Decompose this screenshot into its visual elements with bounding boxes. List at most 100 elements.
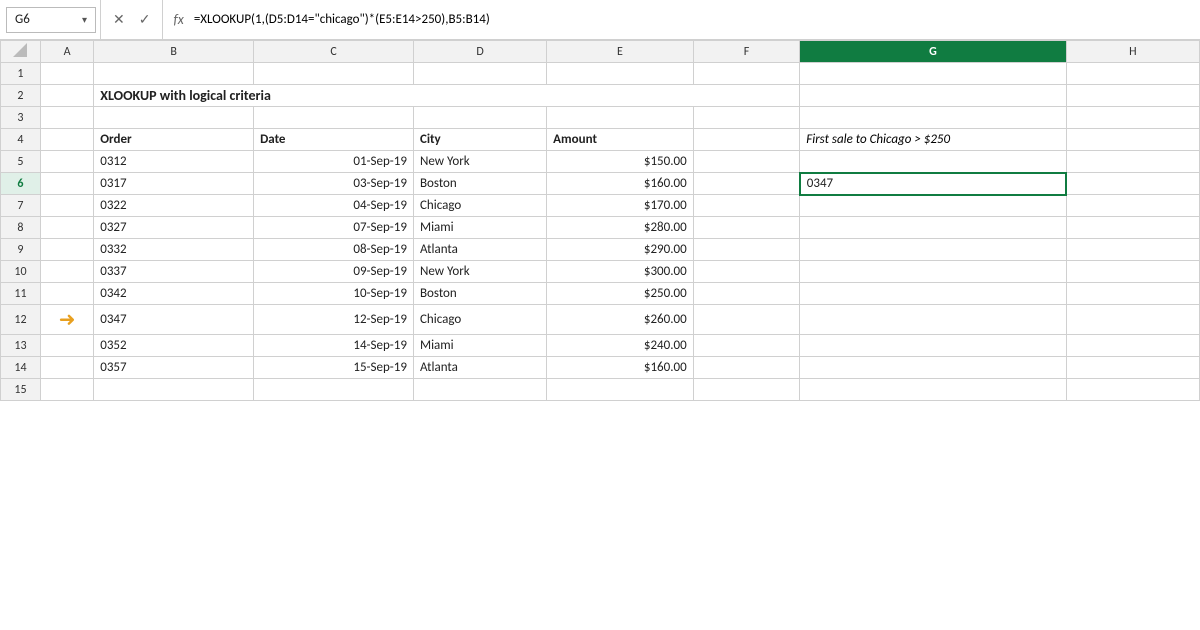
row-header-13[interactable]: 13	[1, 335, 41, 357]
cell-h7[interactable]	[1066, 195, 1199, 217]
cell-c7[interactable]: 04-Sep-19	[254, 195, 414, 217]
col-header-e[interactable]: E	[547, 41, 694, 63]
cell-b6[interactable]: 0317	[94, 173, 254, 195]
cell-e5[interactable]: $150.00	[547, 151, 694, 173]
cell-a14[interactable]	[40, 357, 93, 379]
cell-c8[interactable]: 07-Sep-19	[254, 217, 414, 239]
cell-h15[interactable]	[1066, 379, 1199, 401]
cell-e14[interactable]: $160.00	[547, 357, 694, 379]
cell-f3[interactable]	[693, 107, 800, 129]
cell-c1[interactable]	[254, 63, 414, 85]
cell-b15[interactable]	[94, 379, 254, 401]
col-header-g[interactable]: G	[800, 41, 1066, 63]
cell-b10[interactable]: 0337	[94, 261, 254, 283]
cell-b12[interactable]: 0347	[94, 305, 254, 335]
cell-c5[interactable]: 01-Sep-19	[254, 151, 414, 173]
cell-a11[interactable]	[40, 283, 93, 305]
cell-a7[interactable]	[40, 195, 93, 217]
cell-e11[interactable]: $250.00	[547, 283, 694, 305]
cell-a8[interactable]	[40, 217, 93, 239]
col-header-f[interactable]: F	[693, 41, 800, 63]
cell-d10[interactable]: New York	[413, 261, 546, 283]
cell-e1[interactable]	[547, 63, 694, 85]
cell-b8[interactable]: 0327	[94, 217, 254, 239]
cell-c4-date-header[interactable]: Date	[254, 129, 414, 151]
row-header-9[interactable]: 9	[1, 239, 41, 261]
cancel-icon[interactable]: ✕	[109, 9, 129, 30]
cell-d6[interactable]: Boston	[413, 173, 546, 195]
cell-e15[interactable]	[547, 379, 694, 401]
cell-h9[interactable]	[1066, 239, 1199, 261]
cell-b1[interactable]	[94, 63, 254, 85]
cell-e12[interactable]: $260.00	[547, 305, 694, 335]
cell-d9[interactable]: Atlanta	[413, 239, 546, 261]
cell-d11[interactable]: Boston	[413, 283, 546, 305]
cell-e8[interactable]: $280.00	[547, 217, 694, 239]
cell-c14[interactable]: 15-Sep-19	[254, 357, 414, 379]
cell-e7[interactable]: $170.00	[547, 195, 694, 217]
cell-f13[interactable]	[693, 335, 800, 357]
row-header-3[interactable]: 3	[1, 107, 41, 129]
cell-g9[interactable]	[800, 239, 1066, 261]
cell-c15[interactable]	[254, 379, 414, 401]
cell-e6[interactable]: $160.00	[547, 173, 694, 195]
cell-g8[interactable]	[800, 217, 1066, 239]
cell-f6[interactable]	[693, 173, 800, 195]
row-header-5[interactable]: 5	[1, 151, 41, 173]
row-header-2[interactable]: 2	[1, 85, 41, 107]
row-header-14[interactable]: 14	[1, 357, 41, 379]
cell-h3[interactable]	[1066, 107, 1199, 129]
cell-b3[interactable]	[94, 107, 254, 129]
cell-a10[interactable]	[40, 261, 93, 283]
cell-f7[interactable]	[693, 195, 800, 217]
cell-c13[interactable]: 14-Sep-19	[254, 335, 414, 357]
cell-f12[interactable]	[693, 305, 800, 335]
cell-d12[interactable]: Chicago	[413, 305, 546, 335]
cell-b11[interactable]: 0342	[94, 283, 254, 305]
cell-c10[interactable]: 09-Sep-19	[254, 261, 414, 283]
cell-e9[interactable]: $290.00	[547, 239, 694, 261]
cell-f15[interactable]	[693, 379, 800, 401]
formula-input-area[interactable]: fx =XLOOKUP(1,(D5:D14="chicago")*(E5:E14…	[163, 0, 1194, 39]
row-header-1[interactable]: 1	[1, 63, 41, 85]
cell-h11[interactable]	[1066, 283, 1199, 305]
cell-h5[interactable]	[1066, 151, 1199, 173]
row-header-4[interactable]: 4	[1, 129, 41, 151]
cell-g14[interactable]	[800, 357, 1066, 379]
cell-a4[interactable]	[40, 129, 93, 151]
cell-d4-city-header[interactable]: City	[413, 129, 546, 151]
cell-d5[interactable]: New York	[413, 151, 546, 173]
cell-g2[interactable]	[800, 85, 1066, 107]
col-header-c[interactable]: C	[254, 41, 414, 63]
cell-ref-dropdown-icon[interactable]: ▾	[82, 13, 87, 26]
cell-g11[interactable]	[800, 283, 1066, 305]
cell-e4-amount-header[interactable]: Amount	[547, 129, 694, 151]
cell-b4-order-header[interactable]: Order	[94, 129, 254, 151]
cell-c9[interactable]: 08-Sep-19	[254, 239, 414, 261]
cell-a15[interactable]	[40, 379, 93, 401]
row-header-6[interactable]: 6	[1, 173, 41, 195]
col-header-h[interactable]: H	[1066, 41, 1199, 63]
cell-reference-box[interactable]: G6 ▾	[6, 7, 96, 33]
cell-h8[interactable]	[1066, 217, 1199, 239]
row-header-15[interactable]: 15	[1, 379, 41, 401]
cell-f9[interactable]	[693, 239, 800, 261]
cell-f10[interactable]	[693, 261, 800, 283]
cell-g13[interactable]	[800, 335, 1066, 357]
cell-g6-result[interactable]: 0347	[800, 173, 1066, 195]
cell-b2-title[interactable]: XLOOKUP with logical criteria	[94, 85, 800, 107]
cell-b7[interactable]: 0322	[94, 195, 254, 217]
cell-c3[interactable]	[254, 107, 414, 129]
cell-b14[interactable]: 0357	[94, 357, 254, 379]
cell-e13[interactable]: $240.00	[547, 335, 694, 357]
cell-a13[interactable]	[40, 335, 93, 357]
cell-f1[interactable]	[693, 63, 800, 85]
cell-a5[interactable]	[40, 151, 93, 173]
cell-h12[interactable]	[1066, 305, 1199, 335]
cell-b13[interactable]: 0352	[94, 335, 254, 357]
cell-h4[interactable]	[1066, 129, 1199, 151]
cell-h6[interactable]	[1066, 173, 1199, 195]
row-header-8[interactable]: 8	[1, 217, 41, 239]
cell-f8[interactable]	[693, 217, 800, 239]
cell-d13[interactable]: Miami	[413, 335, 546, 357]
